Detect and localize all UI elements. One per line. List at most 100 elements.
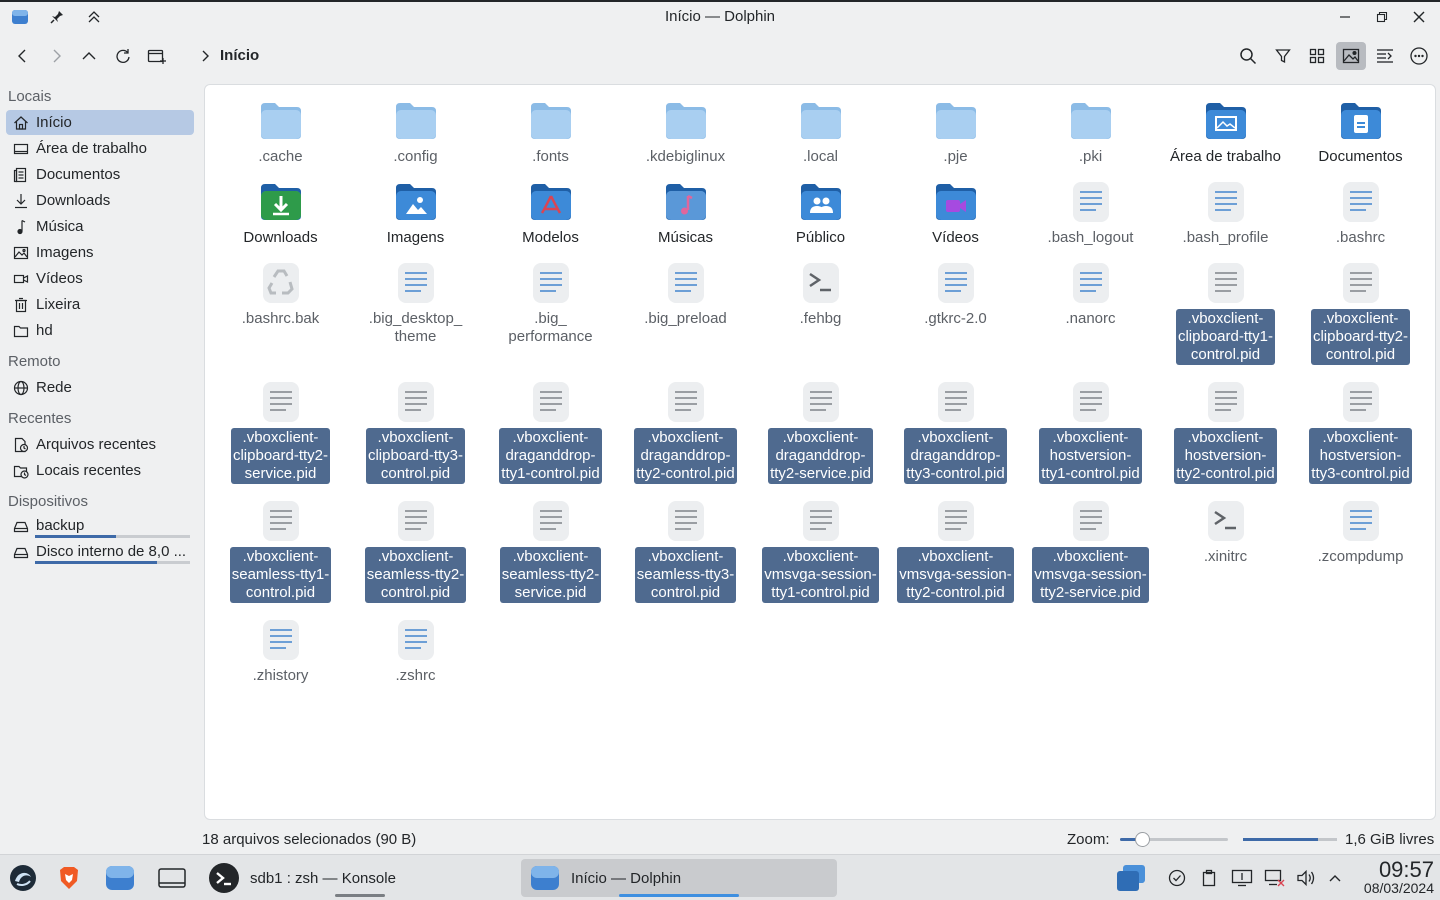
sidebar-item-lixeira[interactable]: Lixeira: [6, 292, 194, 317]
split-view-icon[interactable]: [1370, 42, 1400, 70]
text-file-icon: [392, 616, 440, 664]
file-item[interactable]: .zhistory: [213, 616, 348, 686]
file-item[interactable]: Músicas: [618, 178, 753, 248]
file-item[interactable]: .vboxclient- hostversion- tty3-control.p…: [1293, 378, 1428, 484]
breadcrumb[interactable]: Início: [200, 47, 259, 64]
file-item[interactable]: .nanorc: [1023, 259, 1158, 329]
file-item[interactable]: .vboxclient- clipboard-tty2- service.pid: [213, 378, 348, 484]
file-item[interactable]: .vboxclient- draganddrop- tty2-service.p…: [753, 378, 888, 484]
file-item[interactable]: .config: [348, 97, 483, 167]
file-name: .vboxclient- seamless-tty1- control.pid: [229, 547, 332, 603]
digital-clock[interactable]: 09:57 08/03/2024: [1364, 859, 1434, 897]
file-item[interactable]: .big_ performance: [483, 259, 618, 347]
file-item[interactable]: .fonts: [483, 97, 618, 167]
zoom-handle[interactable]: [1134, 832, 1150, 847]
file-item[interactable]: .bashrc.bak: [213, 259, 348, 329]
task-dolphin[interactable]: Início — Dolphin: [521, 859, 837, 897]
file-item[interactable]: .vboxclient- clipboard-tty2- control.pid: [1293, 259, 1428, 365]
task-konsole[interactable]: sdb1 : zsh — Konsole: [200, 859, 510, 897]
sidebar-item-documentos[interactable]: Documentos: [6, 162, 194, 187]
file-item[interactable]: .cache: [213, 97, 348, 167]
file-item[interactable]: .vboxclient- draganddrop- tty3-control.p…: [888, 378, 1023, 484]
file-item[interactable]: .fehbg: [753, 259, 888, 329]
file-item[interactable]: .pje: [888, 97, 1023, 167]
search-icon[interactable]: [1233, 42, 1263, 70]
sidebar-item-inicio[interactable]: Início: [6, 110, 194, 135]
preview-icon[interactable]: [1336, 42, 1366, 70]
file-item[interactable]: .kdebiglinux: [618, 97, 753, 167]
dolphin-launcher-icon[interactable]: [104, 862, 136, 894]
file-item[interactable]: Área de trabalho: [1158, 97, 1293, 167]
file-item[interactable]: Imagens: [348, 178, 483, 248]
clipboard-icon[interactable]: [1200, 862, 1218, 894]
sidebar-item-rede[interactable]: Rede: [6, 375, 194, 400]
app-launcher-icon[interactable]: [8, 862, 38, 894]
new-tab-icon[interactable]: [142, 42, 172, 70]
virtual-desktops-icon[interactable]: [1115, 862, 1147, 894]
file-item[interactable]: .pki: [1023, 97, 1158, 167]
file-item[interactable]: Vídeos: [888, 178, 1023, 248]
brave-browser-icon[interactable]: [55, 862, 83, 894]
file-item[interactable]: Documentos: [1293, 97, 1428, 167]
sidebar-item-musica[interactable]: Música: [6, 214, 194, 239]
sidebar-item-locais-recentes[interactable]: Locais recentes: [6, 458, 194, 483]
up-icon[interactable]: [74, 42, 104, 70]
sidebar-item-hd[interactable]: hd: [6, 318, 194, 343]
tray-expand-icon[interactable]: [1327, 862, 1343, 894]
sidebar-item-area-de-trabalho[interactable]: Área de trabalho: [6, 136, 194, 161]
file-item[interactable]: .vboxclient- vmsvga-session- tty2-contro…: [888, 497, 1023, 603]
window-title: Início — Dolphin: [664, 8, 776, 25]
file-item[interactable]: .vboxclient- draganddrop- tty2-control.p…: [618, 378, 753, 484]
sidebar-item-videos[interactable]: Vídeos: [6, 266, 194, 291]
file-item[interactable]: .vboxclient- clipboard-tty3- control.pid: [348, 378, 483, 484]
volume-icon[interactable]: [1296, 862, 1316, 894]
display-icon[interactable]: [1231, 862, 1253, 894]
file-item[interactable]: .vboxclient- clipboard-tty1- control.pid: [1158, 259, 1293, 365]
terminal-launcher-icon[interactable]: [157, 862, 187, 894]
filter-icon[interactable]: [1268, 42, 1298, 70]
file-item[interactable]: Modelos: [483, 178, 618, 248]
file-item[interactable]: .gtkrc-2.0: [888, 259, 1023, 329]
text-file-icon: [1337, 497, 1385, 545]
file-item[interactable]: .vboxclient- seamless-tty1- control.pid: [213, 497, 348, 603]
folder-icon: [527, 97, 575, 145]
restore-icon[interactable]: [1372, 7, 1392, 27]
file-item[interactable]: .vboxclient- seamless-tty2- service.pid: [483, 497, 618, 603]
file-name: .vboxclient- vmsvga-session- tty2-contro…: [897, 547, 1014, 603]
icons-view-icon[interactable]: [1302, 42, 1332, 70]
file-view[interactable]: .cache .config .fonts .kdebiglinux .local .pj…: [204, 84, 1436, 820]
file-item[interactable]: .bashrc: [1293, 178, 1428, 248]
menu-icon[interactable]: [1404, 42, 1434, 70]
file-item[interactable]: .vboxclient- seamless-tty3- control.pid: [618, 497, 753, 603]
file-item[interactable]: .zshrc: [348, 616, 483, 686]
network-disconnected-icon[interactable]: [1264, 862, 1286, 894]
folder-icon: [13, 325, 29, 337]
breadcrumb-current[interactable]: Início: [220, 47, 259, 64]
reload-icon[interactable]: [108, 42, 138, 70]
file-item[interactable]: .big_preload: [618, 259, 753, 329]
file-item[interactable]: .vboxclient- hostversion- tty2-control.p…: [1158, 378, 1293, 484]
file-item[interactable]: .local: [753, 97, 888, 167]
forward-icon[interactable]: [41, 42, 71, 70]
file-item[interactable]: .xinitrc: [1158, 497, 1293, 567]
file-item[interactable]: .bash_profile: [1158, 178, 1293, 248]
minimize-icon[interactable]: [1335, 7, 1355, 27]
file-item[interactable]: Downloads: [213, 178, 348, 248]
file-item[interactable]: .vboxclient- hostversion- tty1-control.p…: [1023, 378, 1158, 484]
close-icon[interactable]: [1409, 7, 1429, 27]
file-item[interactable]: .vboxclient- vmsvga-session- tty2-servic…: [1023, 497, 1158, 603]
file-item[interactable]: Público: [753, 178, 888, 248]
file-item[interactable]: .big_desktop_ theme: [348, 259, 483, 347]
sidebar-item-downloads[interactable]: Downloads: [6, 188, 194, 213]
title-bar[interactable]: Início — Dolphin: [0, 2, 1440, 32]
file-item[interactable]: .vboxclient- vmsvga-session- tty1-contro…: [753, 497, 888, 603]
file-item[interactable]: .vboxclient- draganddrop- tty1-control.p…: [483, 378, 618, 484]
file-item[interactable]: .bash_logout: [1023, 178, 1158, 248]
sidebar-item-imagens[interactable]: Imagens: [6, 240, 194, 265]
file-item[interactable]: .vboxclient- seamless-tty2- control.pid: [348, 497, 483, 603]
file-item[interactable]: .zcompdump: [1293, 497, 1428, 567]
back-icon[interactable]: [8, 42, 38, 70]
sidebar-item-arquivos-recentes[interactable]: Arquivos recentes: [6, 432, 194, 457]
notifications-icon[interactable]: [1168, 862, 1186, 894]
zoom-slider[interactable]: [1120, 832, 1228, 847]
